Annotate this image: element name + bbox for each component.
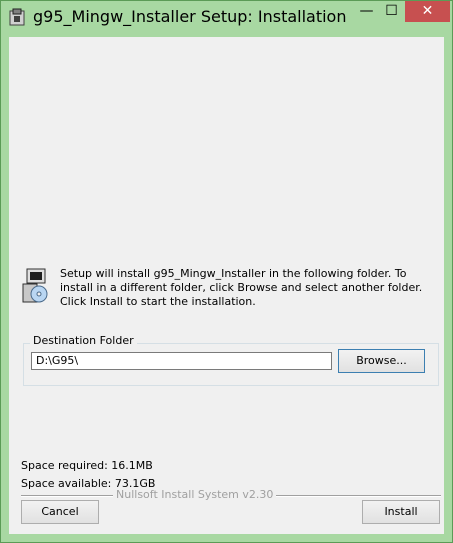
close-button[interactable]: ✕ — [405, 1, 450, 22]
installer-app-icon — [9, 8, 25, 26]
title-bar[interactable]: g95_Mingw_Installer Setup: Installation … — [1, 1, 452, 36]
destination-folder-label: Destination Folder — [30, 334, 137, 347]
installer-client-area: Setup will install g95_Mingw_Installer i… — [9, 37, 444, 534]
minimize-button[interactable]: — — [354, 1, 379, 22]
browse-button[interactable]: Browse... — [338, 349, 425, 373]
maximize-button[interactable]: ☐ — [379, 1, 404, 22]
nsis-branding: Nullsoft Install System v2.30 — [113, 488, 277, 501]
window-title: g95_Mingw_Installer Setup: Installation … — [33, 7, 353, 26]
installer-window: g95_Mingw_Installer Setup: Installation … — [0, 0, 453, 543]
intro-text: Setup will install g95_Mingw_Installer i… — [60, 267, 423, 308]
cancel-button[interactable]: Cancel — [21, 500, 99, 524]
install-button[interactable]: Install — [362, 500, 440, 524]
destination-path-input[interactable] — [31, 352, 332, 370]
space-required: Space required: 16.1MB — [21, 459, 153, 472]
installer-cd-computer-icon — [21, 268, 49, 304]
